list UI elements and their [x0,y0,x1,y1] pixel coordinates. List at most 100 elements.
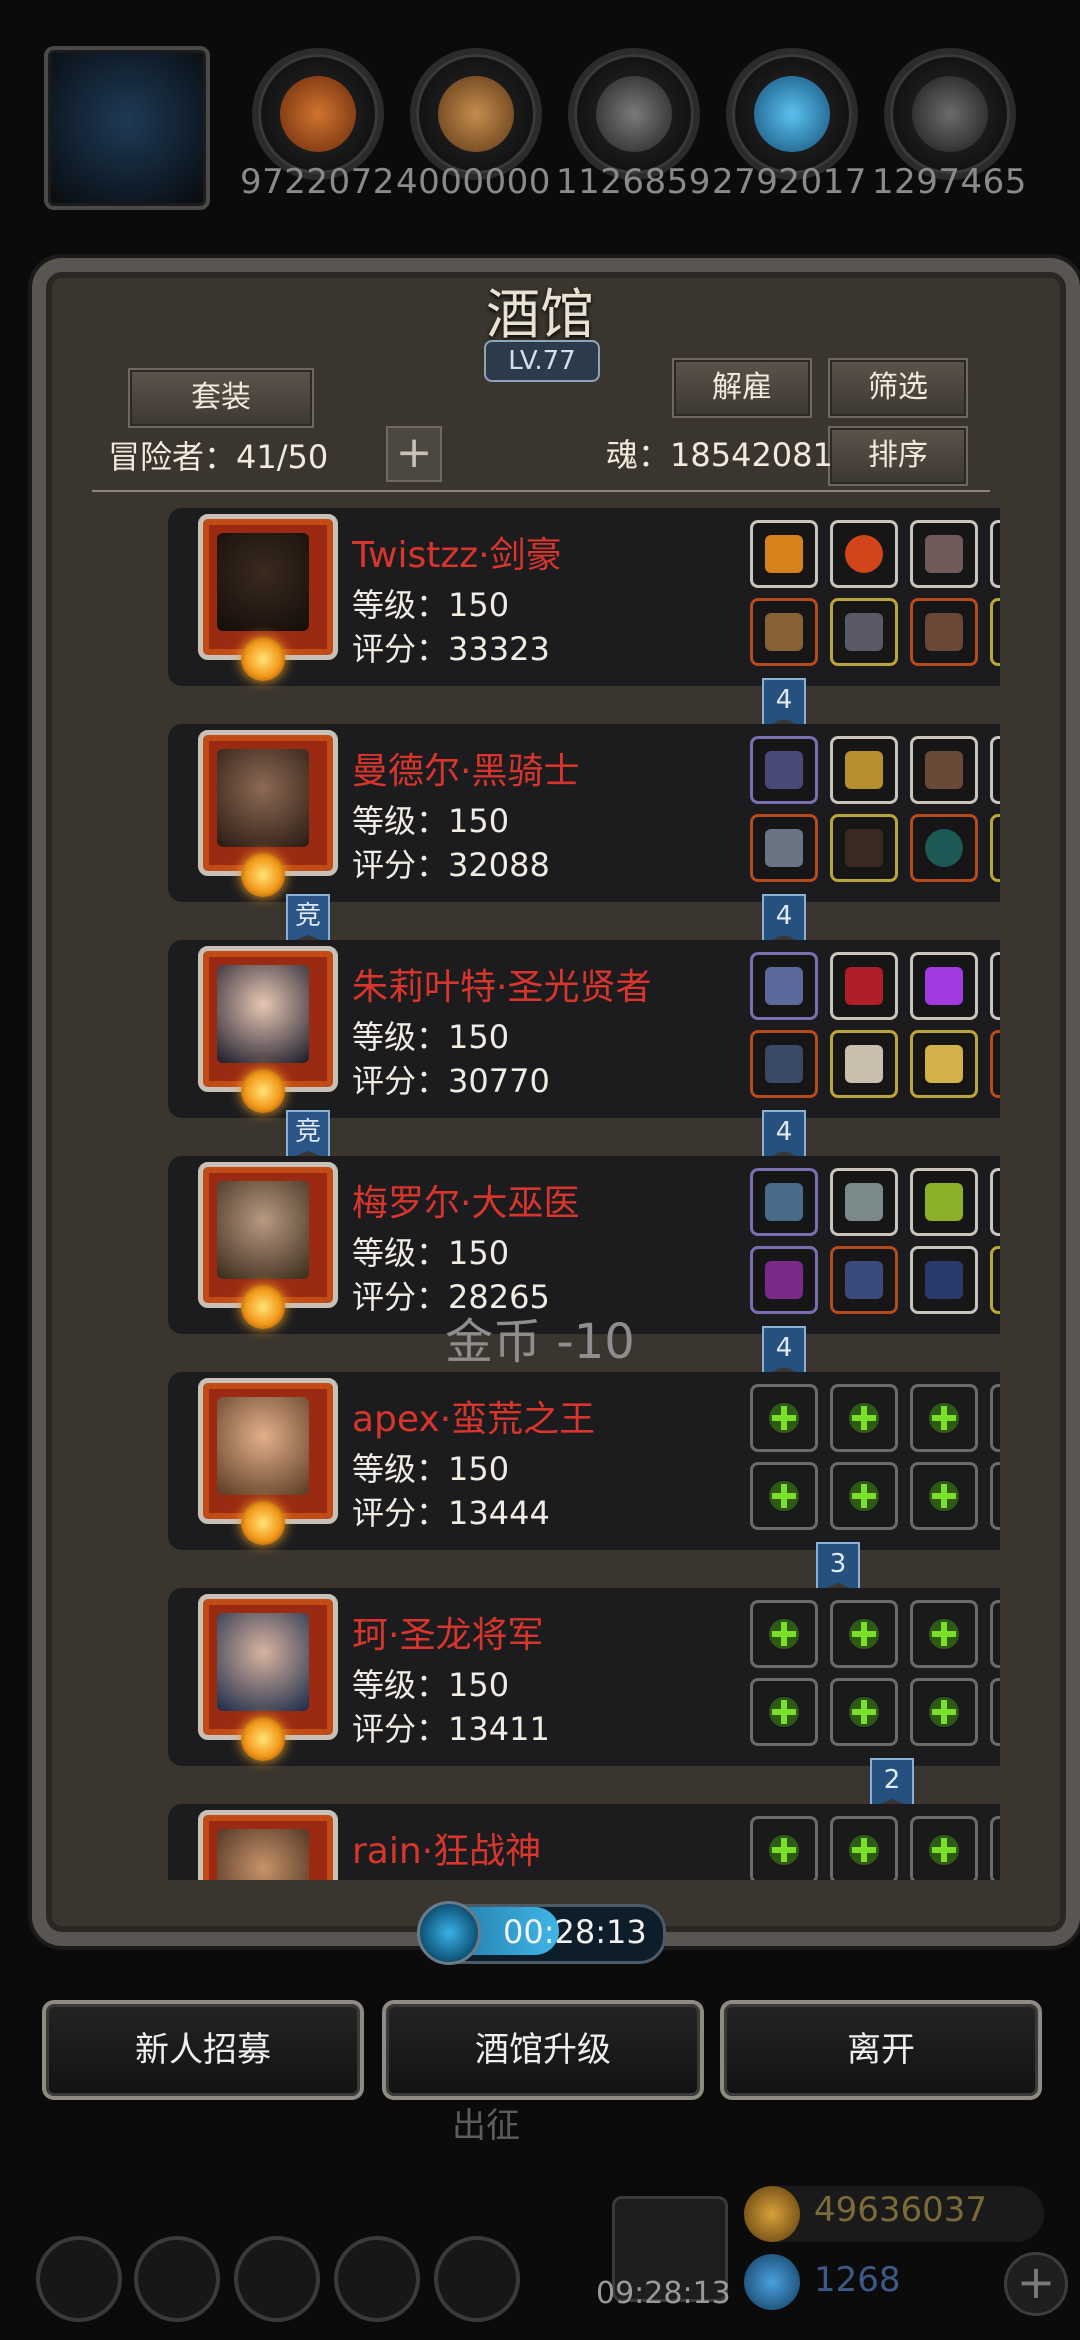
equip-slot[interactable] [830,598,898,666]
upgrade-tavern-button[interactable]: 酒馆升级 [382,2000,704,2100]
equip-slot[interactable] [750,1030,818,1098]
rank-emblem-icon [241,637,285,681]
hero-level: 等级：150 [352,1666,510,1704]
add-equip-icon[interactable] [750,1816,818,1880]
recruit-button[interactable]: 新人招募 [42,2000,364,2100]
resource-icon-1 [252,48,384,180]
equip-slot[interactable] [750,814,818,882]
add-equip-icon[interactable] [830,1600,898,1668]
hero-portrait [198,1810,338,1880]
hero-card[interactable]: Twistzz·剑豪 等级：150 评分：33323 [168,508,1000,686]
add-equip-icon[interactable] [830,1384,898,1452]
hero-badge: 3 [816,1542,860,1592]
equip-slot[interactable] [990,1030,1000,1098]
hero-score: 评分：32088 [352,846,550,884]
hero-portrait [198,1162,338,1329]
resource-value-4: 2792017 [712,162,867,202]
hero-level: 等级：150 [352,1234,510,1272]
hero-name: rain·狂战神 [352,1831,542,1872]
menu-icon-1[interactable] [36,2236,122,2322]
equip-slot[interactable] [910,952,978,1020]
add-equip-icon[interactable] [750,1678,818,1746]
hero-list[interactable]: Twistzz·剑豪 等级：150 评分：33323 4 曼德尔·黑骑士 等级：… [80,500,1000,1880]
add-equip-icon[interactable] [750,1384,818,1452]
set-button[interactable]: 套装 [128,368,314,428]
equip-slot[interactable] [990,520,1000,588]
expand-capacity-button[interactable]: + [386,426,442,482]
add-equip-icon[interactable] [990,1678,1000,1746]
hero-score: 评分：33323 [352,630,550,668]
hero-card[interactable]: 曼德尔·黑骑士 等级：150 评分：32088 [168,724,1000,902]
tavern-level: LV.77 [484,340,600,382]
equip-slot[interactable] [990,952,1000,1020]
add-equip-icon[interactable] [750,1600,818,1668]
hero-card[interactable]: 朱莉叶特·圣光贤者 等级：150 评分：30770 [168,940,1000,1118]
hero-level: 等级：150 [352,1450,510,1488]
leave-button[interactable]: 离开 [720,2000,1042,2100]
timer-bar: 00:28:13 [417,1901,666,1965]
equip-slot[interactable] [910,736,978,804]
equip-slot[interactable] [990,736,1000,804]
hero-card[interactable]: apex·蛮荒之王 等级：150 评分：13444 [168,1372,1000,1550]
gem-icon [744,2254,800,2310]
equip-slot[interactable] [830,520,898,588]
equip-slot[interactable] [830,814,898,882]
hero-portrait [198,1378,338,1545]
equip-slot[interactable] [990,814,1000,882]
gold-cost-popup: 金币 -10 [445,1314,635,1370]
add-equip-icon[interactable] [830,1816,898,1880]
equip-slot[interactable] [910,598,978,666]
add-equip-icon[interactable] [910,1462,978,1530]
add-currency-icon[interactable]: + [1004,2252,1068,2316]
hero-badge: 4 [762,678,806,728]
equip-slot[interactable] [750,520,818,588]
rank-emblem-icon [241,1501,285,1545]
adventurer-count: 冒险者：41/50 [108,438,329,476]
add-equip-icon[interactable] [990,1462,1000,1530]
menu-icon-5[interactable] [434,2236,520,2322]
equip-slot[interactable] [750,598,818,666]
bg-clock: 09:28:13 [596,2276,731,2311]
equip-slot[interactable] [830,1030,898,1098]
hero-card[interactable]: rain·狂战神 [168,1804,1000,1880]
player-avatar[interactable] [44,46,210,210]
equip-slot[interactable] [830,1168,898,1236]
add-equip-icon[interactable] [910,1816,978,1880]
hero-portrait [198,730,338,897]
add-equip-icon[interactable] [830,1678,898,1746]
equip-slot[interactable] [830,952,898,1020]
dismiss-button[interactable]: 解雇 [672,358,812,418]
add-equip-icon[interactable] [990,1816,1000,1880]
divider [92,490,990,492]
equip-slot[interactable] [990,598,1000,666]
equip-slot[interactable] [910,1030,978,1098]
equip-slot[interactable] [910,1168,978,1236]
hero-badge: 4 [762,894,806,944]
hero-name: Twistzz·剑豪 [352,535,562,576]
hero-card[interactable]: 珂·圣龙将军 等级：150 评分：13411 [168,1588,1000,1766]
gold-amount: 49636037 [814,2190,988,2230]
equip-slot[interactable] [910,814,978,882]
hero-score: 评分：13411 [352,1710,550,1748]
clock-icon [417,1901,481,1965]
hero-name: 珂·圣龙将军 [352,1615,544,1656]
add-equip-icon[interactable] [910,1600,978,1668]
equip-slot[interactable] [910,520,978,588]
equip-slot[interactable] [750,736,818,804]
menu-icon-4[interactable] [334,2236,420,2322]
filter-button[interactable]: 筛选 [828,358,968,418]
hero-portrait [198,1594,338,1761]
equip-slot[interactable] [750,1168,818,1236]
add-equip-icon[interactable] [750,1462,818,1530]
equip-slot[interactable] [750,952,818,1020]
equip-slot[interactable] [990,1168,1000,1236]
add-equip-icon[interactable] [990,1600,1000,1668]
add-equip-icon[interactable] [830,1462,898,1530]
add-equip-icon[interactable] [990,1384,1000,1452]
add-equip-icon[interactable] [910,1384,978,1452]
sort-button[interactable]: 排序 [828,426,968,486]
menu-icon-3[interactable] [234,2236,320,2322]
add-equip-icon[interactable] [910,1678,978,1746]
menu-icon-2[interactable] [134,2236,220,2322]
equip-slot[interactable] [830,736,898,804]
